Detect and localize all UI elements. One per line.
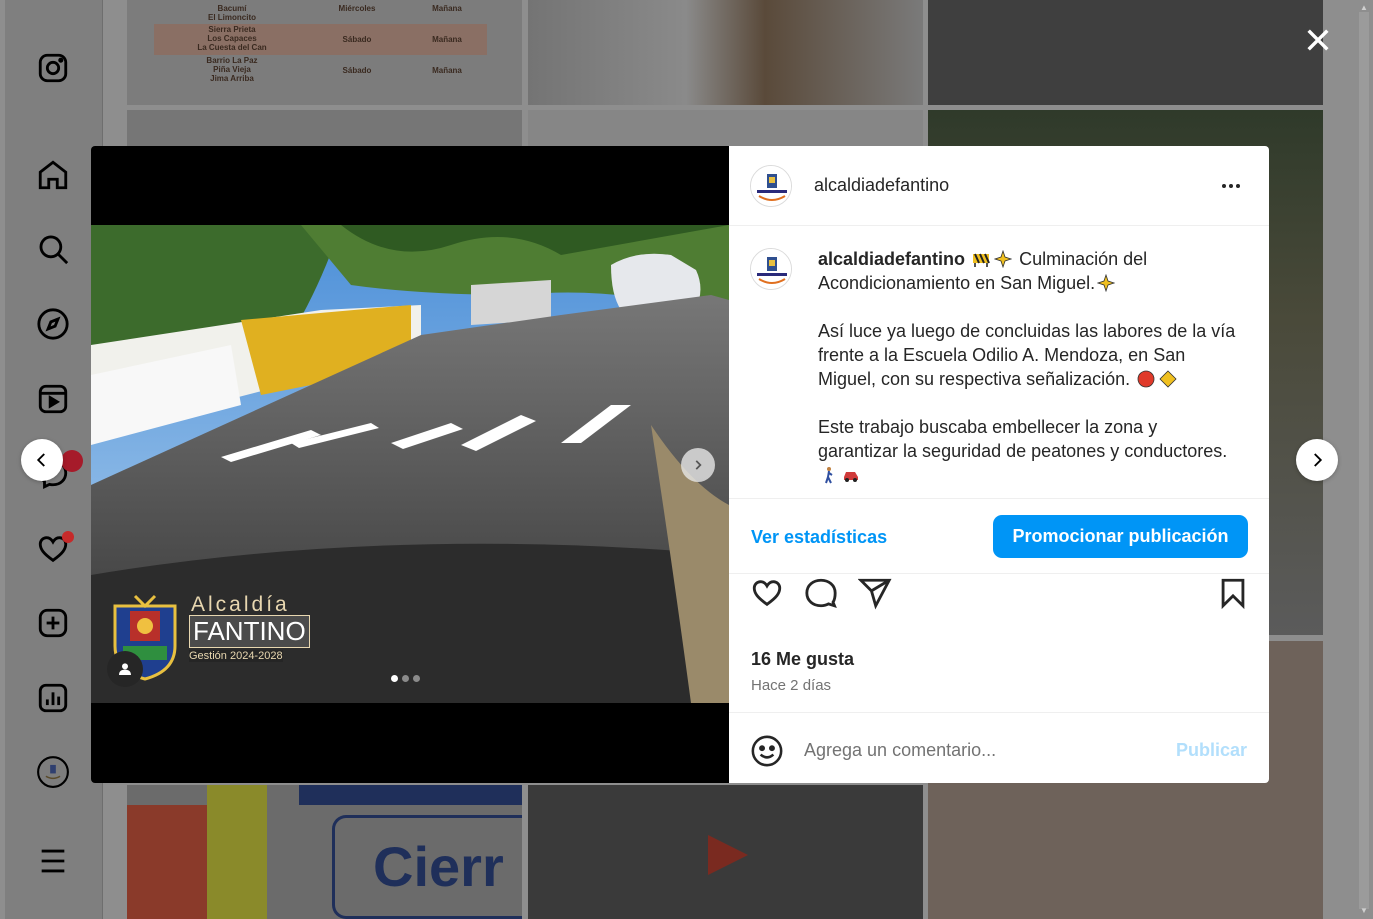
schedule-day: Sábado — [342, 35, 372, 44]
close-modal-button[interactable] — [1302, 24, 1334, 56]
close-icon — [1307, 29, 1329, 51]
watermark-line3: Gestión 2024-2028 — [189, 650, 283, 662]
schedule-time: Mañana — [432, 35, 462, 44]
schedule-day: Miércoles — [338, 4, 376, 13]
chevron-right-icon — [695, 460, 702, 470]
schedule-places: Barrio La Paz Piña Vieja Jima Arriba — [206, 56, 258, 83]
construction-icon — [972, 250, 990, 268]
schedule-day: Sábado — [342, 66, 372, 75]
banner-text: Cierr — [373, 835, 504, 898]
watermark-line2: FANTINO — [189, 615, 310, 648]
dashboard-icon[interactable] — [36, 681, 70, 715]
carousel-dot — [413, 675, 420, 682]
comment-input[interactable] — [804, 737, 1164, 763]
sign-graphic — [207, 785, 267, 919]
tagged-users-button[interactable] — [107, 651, 143, 687]
sign-graphic — [127, 805, 207, 919]
search-icon[interactable] — [36, 232, 70, 266]
instagram-icon[interactable] — [36, 51, 70, 85]
promote-post-button[interactable]: Promocionar publicación — [993, 515, 1248, 558]
carousel-indicator — [391, 675, 420, 682]
schedule-time: Mañana — [432, 4, 462, 13]
likes-count[interactable]: 16 Me gusta — [751, 649, 854, 670]
post-modal: Alcaldía FANTINO Gestión 2024-2028 alcal… — [91, 146, 1269, 783]
grid-tile-schedule[interactable]: Bacumí El Limoncito Miércoles Mañana Sie… — [127, 0, 522, 105]
user-icon — [119, 663, 131, 675]
bookmark-icon — [1221, 578, 1245, 610]
grid-tile[interactable]: Cierr — [127, 785, 522, 919]
caption-username[interactable]: alcaldiadefantino — [818, 249, 965, 269]
page-scrollbar[interactable]: ▲ ▼ — [1355, 0, 1373, 919]
comment-button[interactable] — [804, 576, 838, 610]
chevron-right-icon — [1314, 453, 1323, 467]
owner-actions-bar: Ver estadísticas Promocionar publicación — [729, 499, 1269, 574]
scroll-down-icon[interactable]: ▼ — [1360, 907, 1368, 915]
post-header: alcaldiadefantino — [729, 146, 1269, 226]
car-icon — [842, 466, 860, 484]
banner-frame: Cierr — [332, 815, 522, 919]
more-options-button[interactable] — [1219, 174, 1243, 198]
author-avatar[interactable] — [750, 164, 792, 207]
pedestrian-icon — [820, 466, 838, 484]
home-icon[interactable] — [36, 158, 70, 192]
caption-text: alcaldiadefantino Culminación del Acondi… — [818, 247, 1238, 498]
sparkles-icon — [1096, 273, 1116, 293]
schedule-time: Mañana — [432, 66, 462, 75]
watermark-line1: Alcaldía — [191, 593, 290, 616]
previous-post-button[interactable] — [21, 439, 63, 481]
publish-comment-button[interactable]: Publicar — [1176, 740, 1247, 761]
heart-icon — [752, 580, 782, 607]
schedule-places: Sierra Prieta Los Capaces La Cuesta del … — [197, 25, 267, 52]
banner-graphic — [299, 785, 522, 805]
grid-tile[interactable] — [928, 0, 1323, 105]
save-button[interactable] — [1216, 576, 1250, 610]
share-button[interactable] — [857, 576, 892, 610]
post-timestamp[interactable]: Hace 2 días — [751, 677, 831, 694]
schedule-places: Bacumí El Limoncito — [208, 4, 256, 22]
grid-tile[interactable] — [528, 785, 923, 919]
like-button[interactable] — [750, 576, 784, 610]
carousel-dot-active — [391, 675, 398, 682]
messages-badge — [61, 450, 83, 472]
post-media: Alcaldía FANTINO Gestión 2024-2028 — [91, 146, 729, 783]
post-caption: alcaldiadefantino Culminación del Acondi… — [729, 226, 1269, 499]
author-username[interactable]: alcaldiadefantino — [814, 175, 949, 196]
send-icon — [857, 578, 892, 610]
sparkles-icon — [993, 249, 1013, 269]
notifications-dot — [62, 531, 74, 543]
scroll-up-icon[interactable]: ▲ — [1360, 4, 1368, 12]
comment-icon — [805, 578, 837, 608]
play-graphic — [708, 835, 748, 875]
emoji-picker-button[interactable] — [750, 734, 784, 768]
next-post-button[interactable] — [1296, 439, 1338, 481]
post-details-panel: alcaldiadefantino alcaldiadefantino Culm… — [729, 146, 1269, 783]
explore-icon[interactable] — [36, 307, 70, 341]
caption-paragraph-3: Este trabajo buscaba embellecer la zona … — [818, 417, 1228, 461]
carousel-next-button[interactable] — [681, 448, 715, 482]
scrollbar-thumb[interactable] — [1359, 12, 1369, 909]
grid-tile[interactable] — [528, 0, 923, 105]
stop-sign-icon — [1137, 370, 1155, 388]
post-action-icons — [729, 576, 1269, 626]
create-icon[interactable] — [36, 606, 70, 640]
menu-icon[interactable] — [36, 844, 70, 878]
view-insights-link[interactable]: Ver estadísticas — [751, 527, 887, 548]
caption-author-avatar[interactable] — [750, 248, 792, 290]
carousel-dot — [402, 675, 409, 682]
more-horizontal-icon — [1222, 184, 1240, 188]
profile-icon[interactable] — [36, 755, 70, 789]
smiley-icon — [751, 735, 783, 767]
reels-icon[interactable] — [36, 382, 70, 416]
chevron-left-icon — [36, 453, 45, 467]
comment-composer: Publicar — [729, 712, 1269, 783]
warning-sign-icon — [1159, 370, 1177, 388]
